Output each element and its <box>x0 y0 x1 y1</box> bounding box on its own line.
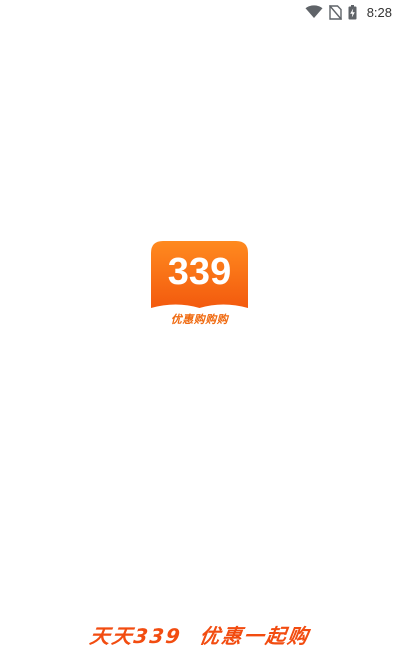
no-sim-icon <box>328 4 342 20</box>
battery-charging-icon <box>348 4 357 20</box>
logo-number: 339 <box>167 251 232 293</box>
slogan: 天天339 优惠一起购 <box>0 620 400 649</box>
logo-tagline: 优惠购购购 <box>170 313 229 326</box>
status-time: 8:28 <box>366 4 392 20</box>
app-logo: 339 优惠购购购 <box>151 241 248 331</box>
wifi-icon <box>305 5 323 19</box>
splash-screen: 8:28 339 优惠购购购 天天339 优惠一起购 <box>0 0 400 650</box>
status-bar: 8:28 <box>0 0 400 24</box>
slogan-part-2: 优惠一起购 <box>197 624 312 648</box>
slogan-part-1: 天天339 <box>88 624 184 648</box>
